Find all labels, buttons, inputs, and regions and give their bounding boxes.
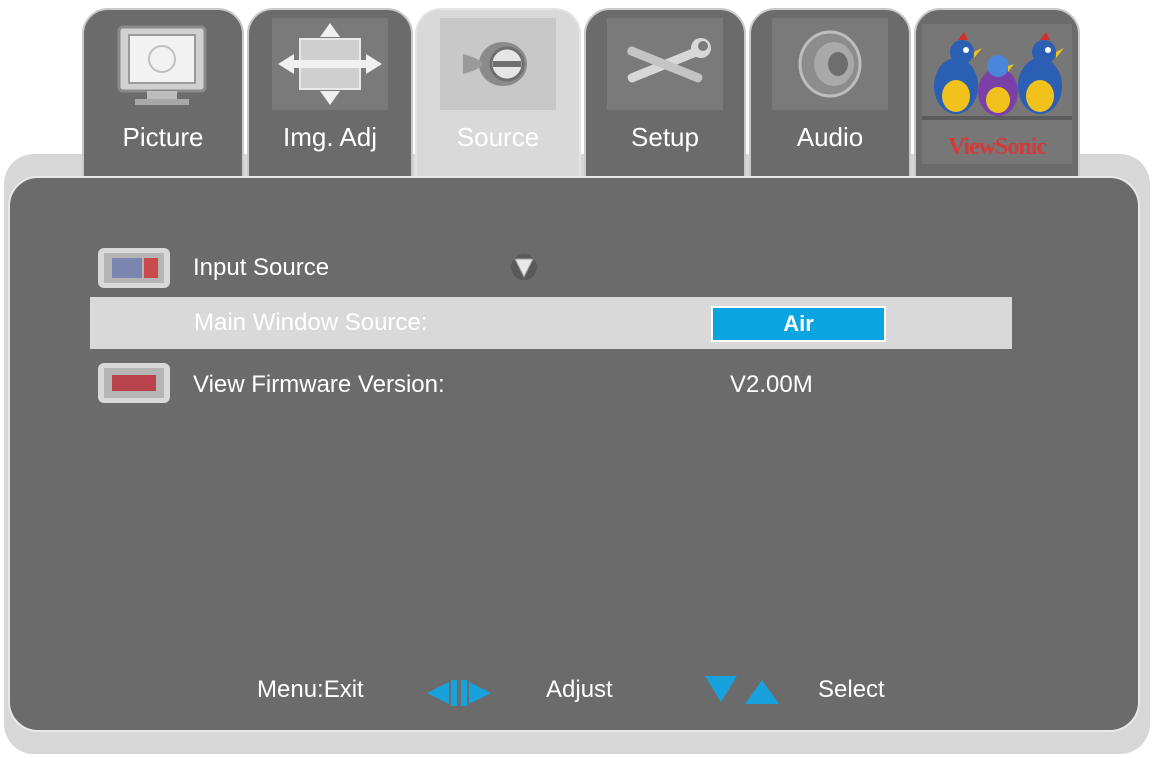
tab-audio[interactable]: Audio	[749, 8, 911, 188]
tab-setup-label: Setup	[631, 122, 699, 152]
brand-name: ViewSonic	[947, 134, 1047, 160]
firmware-value: V2.00M	[730, 371, 813, 398]
menu-exit-hint: Menu:Exit	[257, 676, 364, 703]
tab-img-adj[interactable]: Img. Adj	[247, 8, 413, 188]
tv-icon	[105, 18, 221, 110]
image-adjust-icon	[272, 18, 388, 110]
triangle-down-icon[interactable]	[509, 252, 539, 282]
tab-picture-label: Picture	[122, 122, 204, 152]
tab-source-label: Source	[456, 122, 540, 152]
firmware-label: View Firmware Version:	[193, 371, 445, 398]
firmware-icon	[98, 363, 170, 403]
input-source-icon	[98, 248, 170, 288]
viewsonic-birds-logo: ViewSonic	[922, 24, 1072, 164]
tab-img-adj-label: Img. Adj	[283, 122, 377, 152]
speaker-icon	[772, 18, 888, 110]
tab-picture[interactable]: Picture	[82, 8, 244, 188]
input-source-label[interactable]: Input Source	[193, 254, 329, 282]
left-right-arrows-icon	[423, 676, 539, 710]
up-down-arrows-icon	[703, 672, 783, 708]
main-window-source-value[interactable]: Air	[711, 306, 886, 342]
select-hint: Select	[818, 676, 885, 703]
brand-tab: ViewSonic	[914, 8, 1080, 188]
tab-audio-label: Audio	[796, 122, 864, 152]
adjust-hint: Adjust	[546, 676, 613, 703]
main-window-source-label[interactable]: Main Window Source:	[194, 309, 427, 337]
osd-panel	[8, 176, 1140, 732]
tab-source[interactable]: Source	[415, 8, 581, 188]
source-connector-icon	[440, 18, 556, 110]
tools-icon	[607, 18, 723, 110]
tab-setup[interactable]: Setup	[584, 8, 746, 188]
